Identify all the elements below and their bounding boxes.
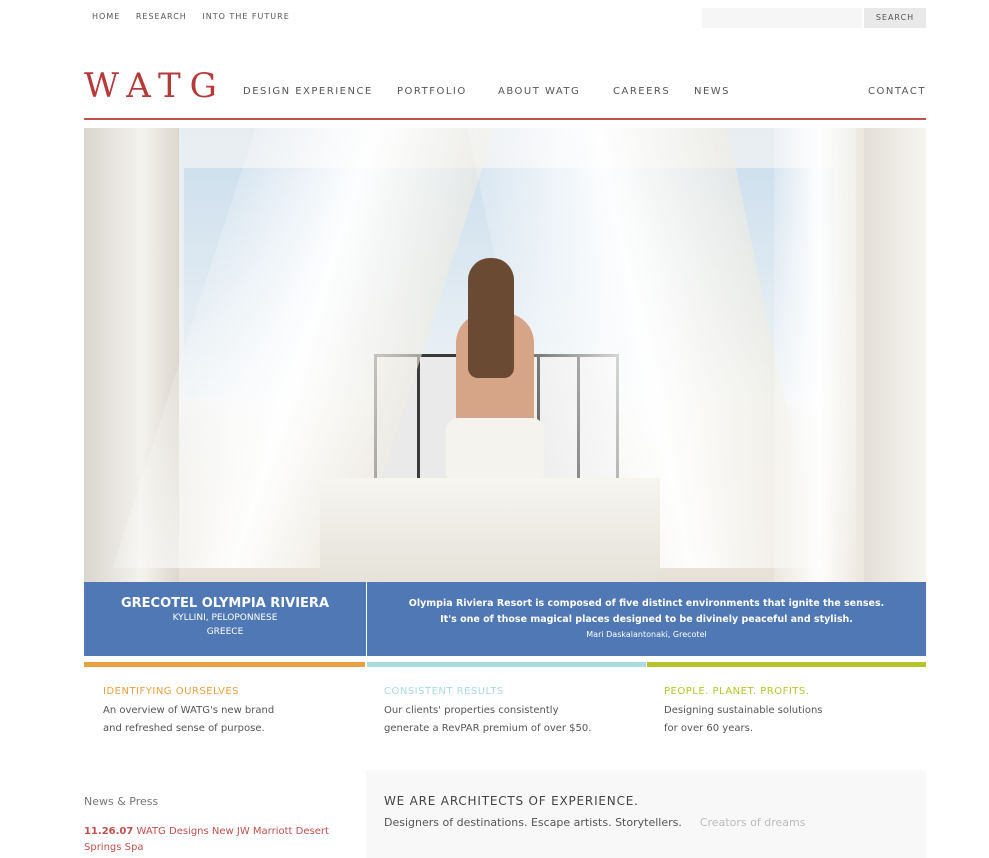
feature-bar-teal xyxy=(367,662,646,667)
feature-text: for over 60 years. xyxy=(664,723,754,734)
header-divider xyxy=(84,118,926,120)
nav-about-watg[interactable]: ABOUT WATG xyxy=(498,86,580,97)
project-title: GRECOTEL OLYMPIA RIVIERA xyxy=(120,596,330,611)
nav-careers[interactable]: CAREERS xyxy=(613,86,670,97)
nav-portfolio[interactable]: PORTFOLIO xyxy=(397,86,467,97)
feature-text: Designing sustainable solutions xyxy=(664,705,823,716)
feature-consistent-results[interactable]: CONSISTENT RESULTS Our clients' properti… xyxy=(384,686,634,738)
tagline-heading: WE ARE ARCHITECTS OF EXPERIENCE. xyxy=(384,794,639,808)
hero-image xyxy=(84,128,926,582)
news-date: 11.26.07 xyxy=(84,826,134,837)
project-location: KYLLINI, PELOPONNESE xyxy=(172,613,278,623)
tagline-panel xyxy=(366,770,926,858)
project-quote: Olympia Riviera Resort is composed of fi… xyxy=(367,582,926,656)
feature-bar-green xyxy=(647,662,926,667)
tagline-faded: Creators of dreams xyxy=(699,816,806,829)
feature-heading: CONSISTENT RESULTS xyxy=(384,686,504,697)
search-button[interactable]: SEARCH xyxy=(864,8,926,28)
feature-text: Our clients' properties consistently xyxy=(384,705,559,716)
news-item[interactable]: 11.26.07 WATG Designs New JW Marriott De… xyxy=(84,824,354,856)
far-right-curtain xyxy=(774,128,864,582)
utility-link-home[interactable]: HOME xyxy=(92,12,120,21)
project-country: GREECE xyxy=(206,627,244,637)
utility-nav: HOME RESEARCH INTO THE FUTURE xyxy=(92,12,302,21)
quote-credit: Mari Daskalantonaki, Grecotel xyxy=(586,630,707,639)
nav-news[interactable]: NEWS xyxy=(694,86,730,97)
feature-bar-orange xyxy=(84,662,365,667)
feature-identifying[interactable]: IDENTIFYING OURSELVES An overview of WAT… xyxy=(103,686,353,738)
utility-link-future[interactable]: INTO THE FUTURE xyxy=(202,12,289,21)
quote-line-2: It's one of those magical places designe… xyxy=(440,614,853,625)
feature-heading: PEOPLE. PLANET. PROFITS. xyxy=(664,686,810,697)
tagline-text: Designers of destinations. Escape artist… xyxy=(384,816,805,829)
right-pillar xyxy=(856,128,926,582)
feature-sustainability[interactable]: PEOPLE. PLANET. PROFITS. Designing susta… xyxy=(664,686,914,738)
watg-logo[interactable]: WATG xyxy=(84,66,226,106)
nav-contact[interactable]: CONTACT xyxy=(868,86,926,97)
tagline-main: Designers of destinations. Escape artist… xyxy=(384,816,682,829)
feature-heading: IDENTIFYING OURSELVES xyxy=(103,686,240,697)
feature-text: An overview of WATG's new brand xyxy=(103,705,275,716)
news-heading: News & Press xyxy=(84,795,159,808)
quote-line-1: Olympia Riviera Resort is composed of fi… xyxy=(408,598,885,609)
project-caption[interactable]: GRECOTEL OLYMPIA RIVIERA KYLLINI, PELOPO… xyxy=(84,582,366,656)
utility-link-research[interactable]: RESEARCH xyxy=(136,12,187,21)
woman-figure xyxy=(446,258,544,478)
nav-design-experience[interactable]: DESIGN EXPERIENCE xyxy=(243,86,373,97)
search-input[interactable] xyxy=(702,8,862,28)
feature-text: generate a RevPAR premium of over $50. xyxy=(384,723,592,734)
feature-text: and refreshed sense of purpose. xyxy=(103,723,265,734)
massage-bed xyxy=(320,478,660,582)
